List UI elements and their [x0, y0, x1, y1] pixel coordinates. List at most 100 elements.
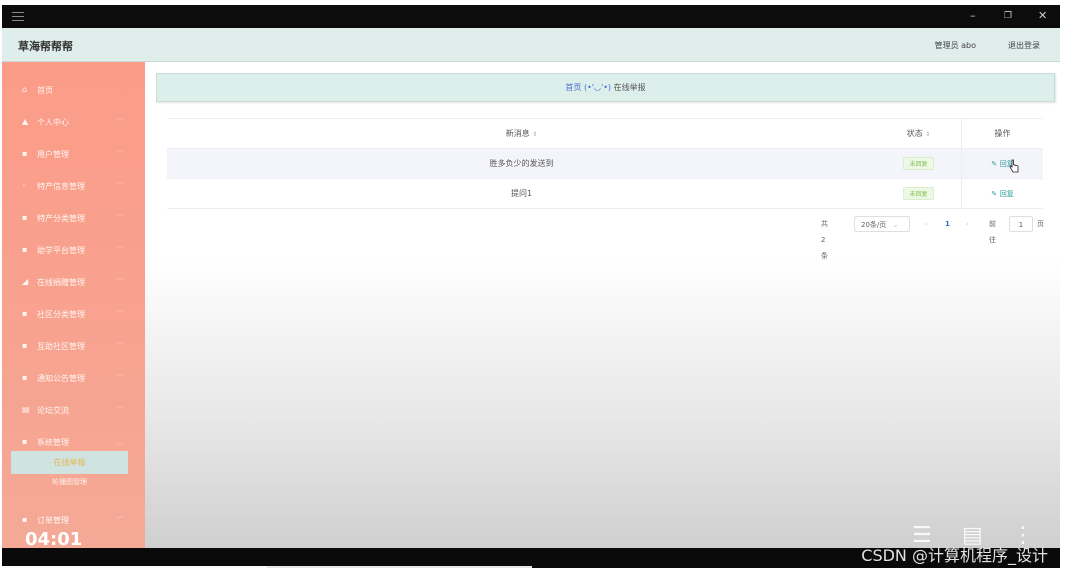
user-icon: ▲	[22, 117, 29, 126]
goto-page-input[interactable]: 1	[1009, 216, 1033, 232]
os-title-bar: – ❐ ✕	[2, 5, 1060, 28]
page-unit-label: 页	[1037, 220, 1044, 228]
app-title: 草海帮帮帮	[18, 40, 73, 53]
sidebar-item-label: 首页	[37, 86, 53, 95]
breadcrumb: 首页 (•'◡'•) 在线举报	[156, 73, 1055, 102]
video-progress-fill	[2, 566, 267, 568]
sidebar-subitem-carousel[interactable]: 轮播图管理	[11, 477, 128, 493]
sort-icon[interactable]: ⇕	[925, 131, 930, 138]
sidebar-item-specialty-category[interactable]: ▪ 特产分类管理 ﹀	[2, 202, 145, 234]
chevron-down-icon: ﹀	[116, 342, 123, 350]
info-icon: ◦	[22, 181, 27, 190]
chevron-down-icon: ﹀	[116, 182, 123, 190]
sidebar-item-label: 通知公告管理	[37, 374, 85, 383]
sidebar-item-study-aid[interactable]: ▪ 助学平台管理 ﹀	[2, 234, 145, 266]
status-badge: 未回复	[903, 187, 934, 200]
chevron-down-icon: ⌄	[892, 221, 899, 229]
edit-icon: ✎	[991, 190, 998, 198]
current-page-number[interactable]: 1	[945, 216, 950, 232]
page-size-select[interactable]: 20条/页 ⌄	[854, 216, 910, 232]
sidebar-item-users[interactable]: ▪ 用户管理 ﹀	[2, 138, 145, 170]
screen-frame: – ❐ ✕ 草海帮帮帮 管理员 abo 退出登录 ⌂ 首页 ▲ 个人中心 ﹀ ▪…	[2, 5, 1060, 568]
sidebar: ⌂ 首页 ▲ 个人中心 ﹀ ▪ 用户管理 ﹀ ◦ 特产信息管理 ﹀ ▪ 特产分类…	[2, 62, 145, 548]
grid-icon: ▪	[22, 341, 28, 350]
sidebar-item-label: 互助社区管理	[37, 342, 85, 351]
grid-icon: ▪	[22, 373, 28, 382]
sort-icon[interactable]: ⇕	[532, 131, 537, 138]
reply-button[interactable]: 回复	[1000, 190, 1014, 198]
chevron-down-icon: ﹀	[116, 214, 123, 222]
chevron-up-icon: ︿	[116, 438, 123, 446]
send-icon: ◢	[22, 277, 29, 286]
sidebar-item-label: 在线捐赠管理	[37, 278, 85, 287]
video-progress-bar[interactable]	[2, 566, 532, 568]
status-badge: 未回复	[903, 157, 934, 170]
sidebar-item-mutual-community[interactable]: ▪ 互助社区管理 ﹀	[2, 330, 145, 362]
cell-message: 胜多负少的发送到	[489, 159, 554, 168]
watermark: CSDN @计算机程序_设计	[861, 546, 1048, 565]
column-header-actions: 操作	[961, 119, 1043, 149]
grid-icon: ▪	[22, 149, 28, 158]
breadcrumb-face: (•'◡'•)	[583, 83, 612, 92]
sidebar-item-label: 特产分类管理	[37, 214, 85, 223]
breadcrumb-current: 在线举报	[613, 83, 646, 92]
column-header-label: 新消息	[505, 129, 530, 138]
pager-total: 共 2 条	[821, 220, 828, 260]
table-row: 胜多负少的发送到 未回复 ✎ 回复	[167, 149, 1043, 179]
close-icon[interactable]: ✕	[1038, 9, 1047, 22]
grid-icon: ▪	[22, 437, 28, 446]
chevron-down-icon: ﹀	[116, 278, 123, 286]
table-header-row: 新消息 ⇕ 状态 ⇕ 操作	[167, 119, 1043, 149]
sidebar-item-label: 订单管理	[37, 516, 69, 525]
cell-message: 提问1	[510, 189, 533, 198]
grid-icon: ▪	[22, 213, 28, 222]
column-header-status[interactable]: 状态 ⇕	[876, 119, 961, 149]
sidebar-subitem-report-active[interactable]: 在线举报	[11, 451, 128, 474]
cell-status: 未回复	[876, 179, 961, 209]
sidebar-item-community-category[interactable]: ▪ 社区分类管理 ﹀	[2, 298, 145, 330]
sidebar-item-label: 系统管理	[37, 438, 69, 447]
cell-actions: ✎ 回复	[961, 179, 1043, 209]
sidebar-item-label: 用户管理	[37, 150, 69, 159]
edit-icon: ✎	[991, 160, 998, 168]
grid-icon: ▪	[22, 245, 28, 254]
grid-icon: ▪	[22, 515, 28, 524]
cell-status: 未回复	[876, 149, 961, 179]
sidebar-item-forum[interactable]: ▤ 论坛交流 ﹀	[2, 394, 145, 426]
sidebar-item-profile[interactable]: ▲ 个人中心 ﹀	[2, 106, 145, 138]
hand-cursor-icon	[1009, 159, 1019, 173]
goto-label: 前往	[989, 220, 996, 244]
list-icon: ▤	[22, 405, 30, 414]
sidebar-item-label: 论坛交流	[37, 406, 69, 415]
sidebar-item-donation[interactable]: ◢ 在线捐赠管理 ﹀	[2, 266, 145, 298]
sidebar-item-label: 个人中心	[37, 118, 69, 127]
sidebar-item-specialty-info[interactable]: ◦ 特产信息管理 ﹀	[2, 170, 145, 202]
sidebar-item-label: 助学平台管理	[37, 246, 85, 255]
prev-page-icon[interactable]: ‹	[925, 216, 928, 232]
next-page-icon[interactable]: ›	[966, 216, 969, 232]
restore-icon[interactable]: ❐	[1004, 11, 1012, 21]
grid-icon: ▪	[22, 309, 28, 318]
logout-link[interactable]: 退出登录	[1008, 40, 1040, 51]
sidebar-item-notices[interactable]: ▪ 通知公告管理 ﹀	[2, 362, 145, 394]
main-content: 首页 (•'◡'•) 在线举报 新消息 ⇕ 状态 ⇕ 操作 胜多负少的发送到 未…	[145, 62, 1060, 548]
chevron-down-icon: ﹀	[116, 310, 123, 318]
home-icon: ⌂	[22, 85, 28, 94]
breadcrumb-home[interactable]: 首页	[565, 83, 581, 92]
column-header-label: 状态	[906, 129, 923, 138]
cell-actions: ✎ 回复	[961, 149, 1043, 179]
sidebar-item-label: 社区分类管理	[37, 310, 85, 319]
chevron-down-icon: ﹀	[116, 374, 123, 382]
video-timestamp: 04:01	[25, 529, 83, 550]
column-header-message[interactable]: 新消息 ⇕	[167, 119, 876, 149]
chevron-down-icon: ﹀	[116, 150, 123, 158]
chevron-down-icon: ﹀	[116, 516, 123, 524]
chevron-down-icon: ﹀	[116, 118, 123, 126]
minimize-icon[interactable]: –	[970, 9, 976, 22]
chevron-down-icon: ﹀	[116, 406, 123, 414]
hamburger-menu-icon[interactable]	[12, 12, 24, 21]
page-size-value: 20条/页	[861, 221, 887, 229]
sidebar-item-home[interactable]: ⌂ 首页	[2, 74, 145, 106]
user-label: 管理员 abo	[934, 41, 976, 50]
app-header: 草海帮帮帮 管理员 abo 退出登录	[2, 28, 1060, 62]
